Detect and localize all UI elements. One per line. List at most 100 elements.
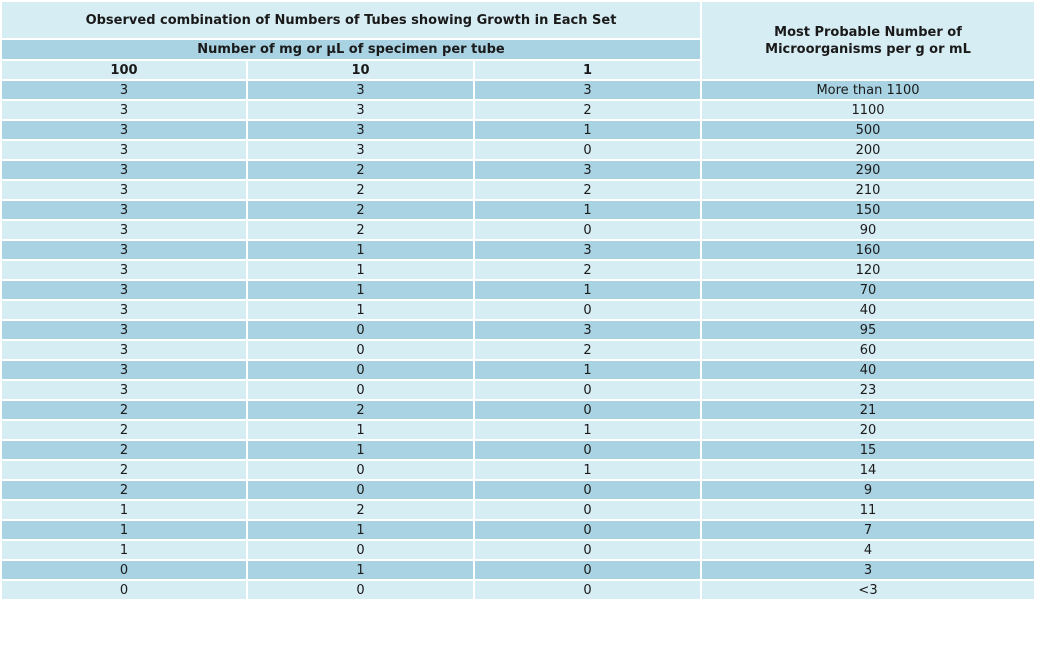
cell-mpn: 9 (702, 481, 1035, 499)
observed-combination-header: Observed combination of Numbers of Tubes… (2, 2, 701, 38)
cell-1: 0 (475, 561, 701, 579)
table-row: 3 1 3 160 (2, 241, 1035, 259)
cell-1: 1 (475, 421, 701, 439)
cell-10: 3 (248, 101, 473, 119)
cell-1: 2 (475, 101, 701, 119)
cell-1: 0 (475, 501, 701, 519)
table-row: 3 3 3 More than 1100 (2, 81, 1035, 99)
cell-10: 0 (248, 381, 473, 399)
table-row: 2 0 1 14 (2, 461, 1035, 479)
cell-mpn: 40 (702, 301, 1035, 319)
cell-1: 3 (475, 241, 701, 259)
column-header-10: 10 (248, 61, 473, 79)
cell-1: 3 (475, 321, 701, 339)
table-row: 2 1 1 20 (2, 421, 1035, 439)
cell-mpn: 7 (702, 521, 1035, 539)
cell-100: 2 (2, 461, 246, 479)
cell-10: 0 (248, 581, 473, 599)
cell-mpn: 120 (702, 261, 1035, 279)
cell-100: 1 (2, 541, 246, 559)
cell-1: 0 (475, 381, 701, 399)
cell-1: 3 (475, 161, 701, 179)
table-row: 3 1 2 120 (2, 261, 1035, 279)
mpn-header: Most Probable Number of Microorganisms p… (702, 2, 1035, 79)
cell-10: 1 (248, 281, 473, 299)
cell-1: 1 (475, 121, 701, 139)
table-row: 2 1 0 15 (2, 441, 1035, 459)
cell-1: 0 (475, 541, 701, 559)
cell-1: 0 (475, 221, 701, 239)
cell-10: 2 (248, 201, 473, 219)
cell-1: 2 (475, 341, 701, 359)
cell-1: 0 (475, 301, 701, 319)
cell-10: 0 (248, 361, 473, 379)
cell-1: 1 (475, 361, 701, 379)
cell-1: 1 (475, 461, 701, 479)
cell-1: 0 (475, 441, 701, 459)
cell-mpn: 1100 (702, 101, 1035, 119)
cell-mpn: 90 (702, 221, 1035, 239)
table-row: 3 2 3 290 (2, 161, 1035, 179)
table-row: 3 2 0 90 (2, 221, 1035, 239)
cell-mpn: 11 (702, 501, 1035, 519)
cell-10: 0 (248, 461, 473, 479)
cell-10: 1 (248, 421, 473, 439)
cell-10: 1 (248, 301, 473, 319)
table-row: 0103 (2, 561, 1035, 579)
cell-1: 0 (475, 521, 701, 539)
cell-100: 2 (2, 481, 246, 499)
cell-100: 3 (2, 281, 246, 299)
cell-mpn: 70 (702, 281, 1035, 299)
column-header-100: 100 (2, 61, 246, 79)
cell-1: 2 (475, 261, 701, 279)
cell-100: 0 (2, 561, 246, 579)
cell-10: 0 (248, 481, 473, 499)
cell-mpn: 14 (702, 461, 1035, 479)
cell-1: 0 (475, 581, 701, 599)
cell-100: 3 (2, 101, 246, 119)
cell-100: 3 (2, 161, 246, 179)
cell-10: 2 (248, 501, 473, 519)
cell-100: 1 (2, 521, 246, 539)
table-row: 3 1 0 40 (2, 301, 1035, 319)
column-header-1: 1 (475, 61, 701, 79)
cell-10: 2 (248, 401, 473, 419)
table-header: Observed combination of Numbers of Tubes… (2, 2, 1035, 79)
cell-100: 3 (2, 261, 246, 279)
cell-1: 2 (475, 181, 701, 199)
cell-mpn: 290 (702, 161, 1035, 179)
table-body: 3 3 3 More than 1100 3 3 2 1100 3 3 1 500 3 3 0 200 3 2 3 2… (2, 81, 1035, 599)
cell-100: 3 (2, 361, 246, 379)
cell-100: 3 (2, 381, 246, 399)
cell-100: 3 (2, 121, 246, 139)
table-row: 3 2 2 210 (2, 181, 1035, 199)
cell-100: 3 (2, 141, 246, 159)
cell-mpn: 3 (702, 561, 1035, 579)
cell-mpn: 60 (702, 341, 1035, 359)
table-row: 3 2 1 150 (2, 201, 1035, 219)
table-row: 3 0 2 60 (2, 341, 1035, 359)
table-row: 2 2 0 21 (2, 401, 1035, 419)
cell-100: 3 (2, 221, 246, 239)
table-row: 2009 (2, 481, 1035, 499)
cell-mpn: 4 (702, 541, 1035, 559)
cell-mpn: 150 (702, 201, 1035, 219)
cell-mpn: 21 (702, 401, 1035, 419)
table-row: 1004 (2, 541, 1035, 559)
table-row: 3 0 0 23 (2, 381, 1035, 399)
cell-100: 2 (2, 401, 246, 419)
cell-1: 0 (475, 481, 701, 499)
cell-10: 3 (248, 141, 473, 159)
cell-100: 3 (2, 301, 246, 319)
cell-100: 2 (2, 421, 246, 439)
cell-10: 2 (248, 161, 473, 179)
specimen-per-tube-header: Number of mg or μL of specimen per tube (2, 40, 701, 59)
cell-mpn: 95 (702, 321, 1035, 339)
cell-100: 1 (2, 501, 246, 519)
cell-1: 1 (475, 201, 701, 219)
cell-mpn: 20 (702, 421, 1035, 439)
cell-10: 1 (248, 261, 473, 279)
cell-mpn: 23 (702, 381, 1035, 399)
cell-1: 0 (475, 401, 701, 419)
cell-100: 3 (2, 201, 246, 219)
